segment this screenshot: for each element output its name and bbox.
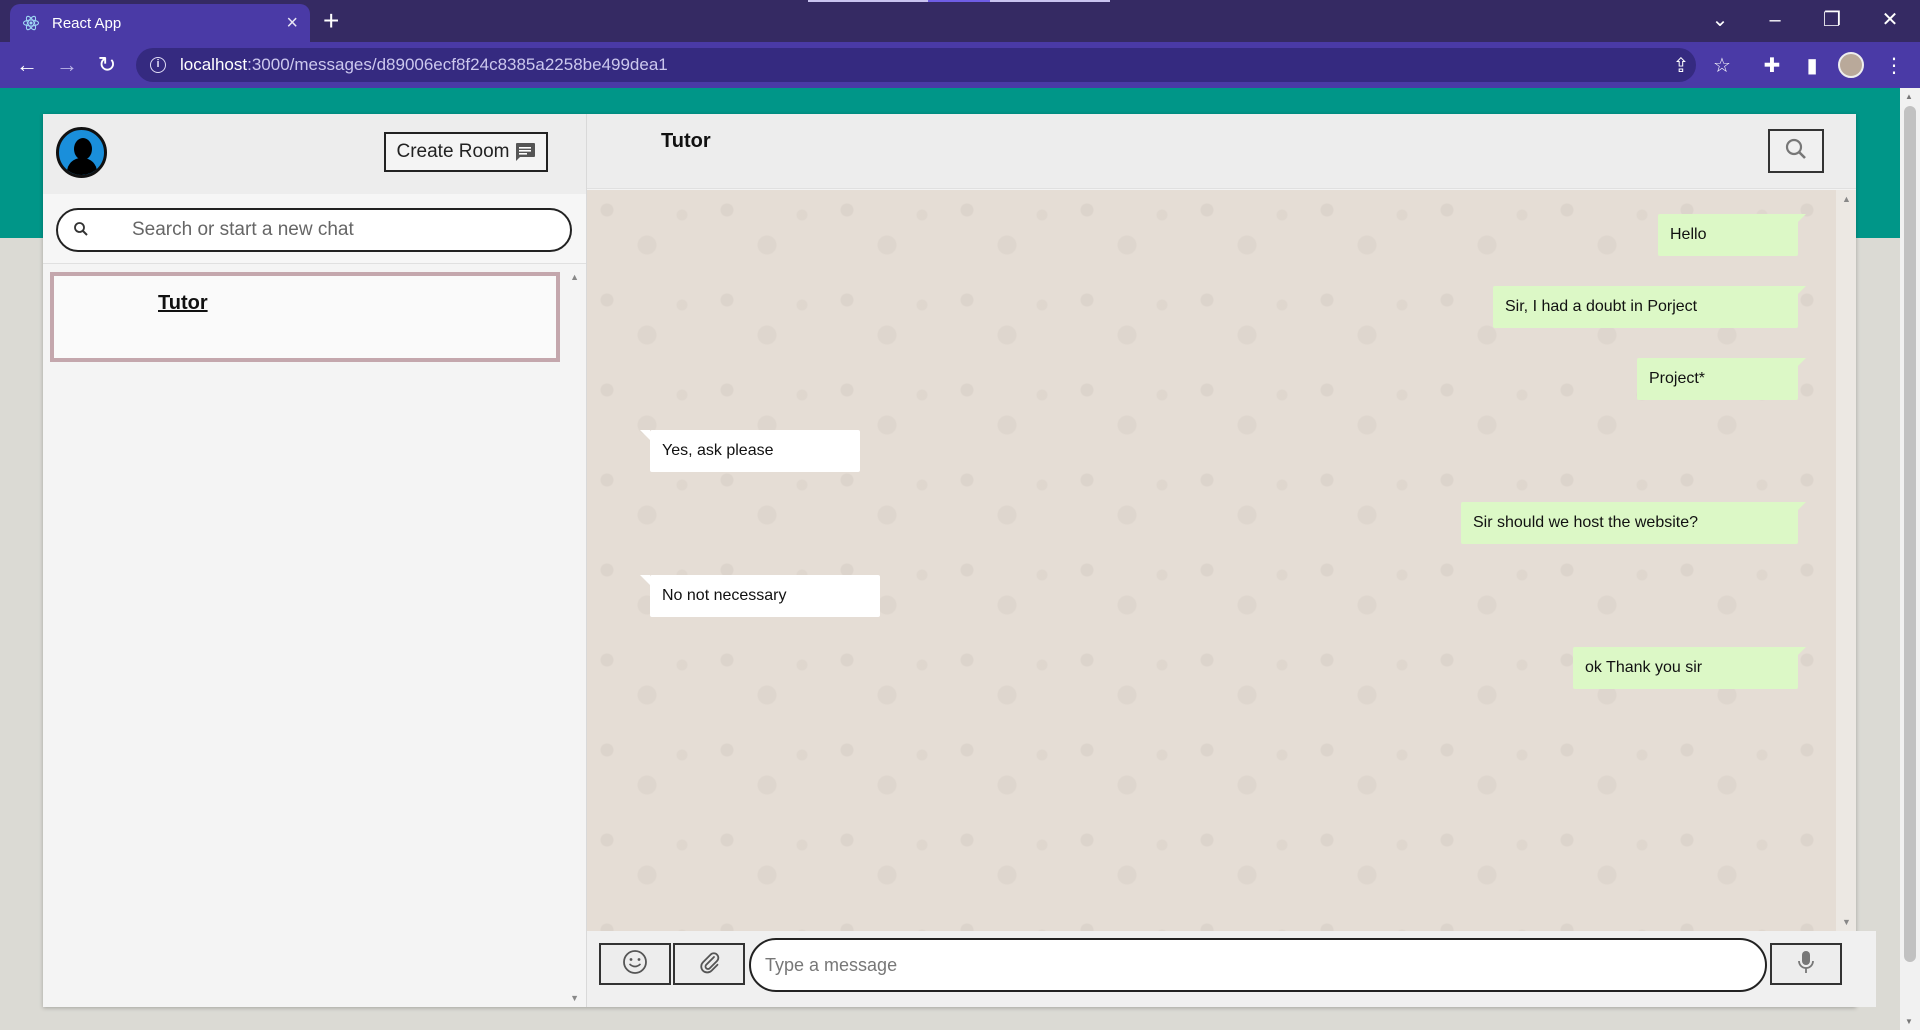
react-icon [22,14,40,32]
page-scroll-up-icon[interactable]: ▲ [1905,92,1913,101]
sidebar-header: Create Room [43,114,586,194]
search-input[interactable] [132,219,512,241]
minimize-icon[interactable]: – [1755,6,1795,34]
voice-message-button[interactable] [1770,943,1842,985]
chat-footer [587,931,1876,1007]
profile-avatar[interactable] [1838,52,1864,78]
message-bubble-sent: Hello [1658,214,1806,256]
reload-icon[interactable]: ↻ [92,50,122,80]
chat-app: Create Room ▲ Tutor ▼ Tutor [43,114,1876,1007]
share-icon[interactable]: ⇪ [1667,52,1695,80]
chat-header: Tutor [587,114,1856,189]
back-icon[interactable]: ← [12,50,42,80]
new-tab-icon[interactable]: + [323,6,339,36]
chat-list-item-name[interactable]: Tutor [158,292,208,315]
chat-search-button[interactable] [1768,129,1824,173]
side-panel-icon[interactable]: ▮ [1798,52,1826,80]
chat-list: ▲ Tutor ▼ [43,264,587,1007]
chat-title: Tutor [661,130,711,152]
chat-list-scroll-up-icon[interactable]: ▲ [570,272,579,282]
sidebar-search-box[interactable] [56,208,572,252]
create-room-button[interactable]: Create Room [384,132,548,172]
forward-icon[interactable]: → [52,50,82,80]
emoji-icon [622,949,648,980]
chat-icon [514,142,536,162]
address-bar[interactable]: i localhost:3000/messages/d89006ecf8f24c… [136,48,1696,82]
site-info-icon[interactable]: i [150,57,166,73]
message-bubble-sent: ok Thank you sir [1573,647,1806,689]
messages-scroll-down-icon[interactable]: ▼ [1842,917,1851,927]
extensions-puzzle-icon[interactable]: ✚ [1758,52,1786,80]
message-bubble-sent: Project* [1637,358,1806,400]
messages-scroll-up-icon[interactable]: ▲ [1842,194,1851,204]
message-bubble-received: Yes, ask please [640,430,860,472]
avatar-silhouette-head [74,138,92,160]
paperclip-icon [696,949,722,980]
mic-icon [1795,949,1817,980]
attach-button[interactable] [673,943,745,985]
url-path: :3000/messages/d89006ecf8f24c8385a2258be… [247,55,668,74]
browser-menu-icon[interactable]: ⋮ [1880,52,1908,80]
browser-tab[interactable]: React App × [10,4,310,42]
browser-toolbar: ← → ↻ i localhost:3000/messages/d89006ec… [0,42,1920,88]
message-bubble-sent: Sir, I had a doubt in Porject [1493,286,1806,328]
message-input[interactable] [749,938,1767,992]
browser-tab-strip: React App × + ⌄ – ❐ ✕ [0,0,1920,42]
tab-strip-accent-highlight [928,0,990,2]
message-bubble-sent: Sir should we host the website? [1461,502,1806,544]
chat-list-item[interactable]: Tutor [50,272,560,362]
emoji-button[interactable] [599,943,671,985]
sidebar: Create Room ▲ Tutor ▼ [43,114,587,1007]
messages-scrollbar[interactable]: ▲ ▼ [1836,190,1856,931]
restore-icon[interactable]: ❐ [1812,6,1852,34]
page-scrollbar[interactable]: ▲ ▼ [1900,88,1920,1030]
chat-list-scroll-down-icon[interactable]: ▼ [570,993,579,1003]
url-host: localhost [180,55,248,74]
avatar-silhouette-body [67,158,97,175]
search-icon [1784,137,1808,166]
tab-search-chevron-icon[interactable]: ⌄ [1700,6,1740,34]
messages-area[interactable]: Hello Sir, I had a doubt in Porject Proj… [587,190,1856,931]
bookmark-star-icon[interactable]: ☆ [1708,52,1736,80]
chat-panel: Tutor Hello Sir, I had a doubt in Porjec… [587,114,1876,1007]
message-bubble-received: No not necessary [640,575,880,617]
user-avatar[interactable] [56,127,107,178]
page-scroll-down-icon[interactable]: ▼ [1905,1017,1913,1026]
close-window-icon[interactable]: ✕ [1870,6,1910,34]
search-icon [72,220,92,240]
sidebar-search-area [43,194,586,264]
close-tab-icon[interactable]: × [286,13,298,33]
tab-title: React App [52,14,122,32]
create-room-label: Create Room [396,141,510,162]
page-scroll-thumb[interactable] [1904,106,1916,962]
